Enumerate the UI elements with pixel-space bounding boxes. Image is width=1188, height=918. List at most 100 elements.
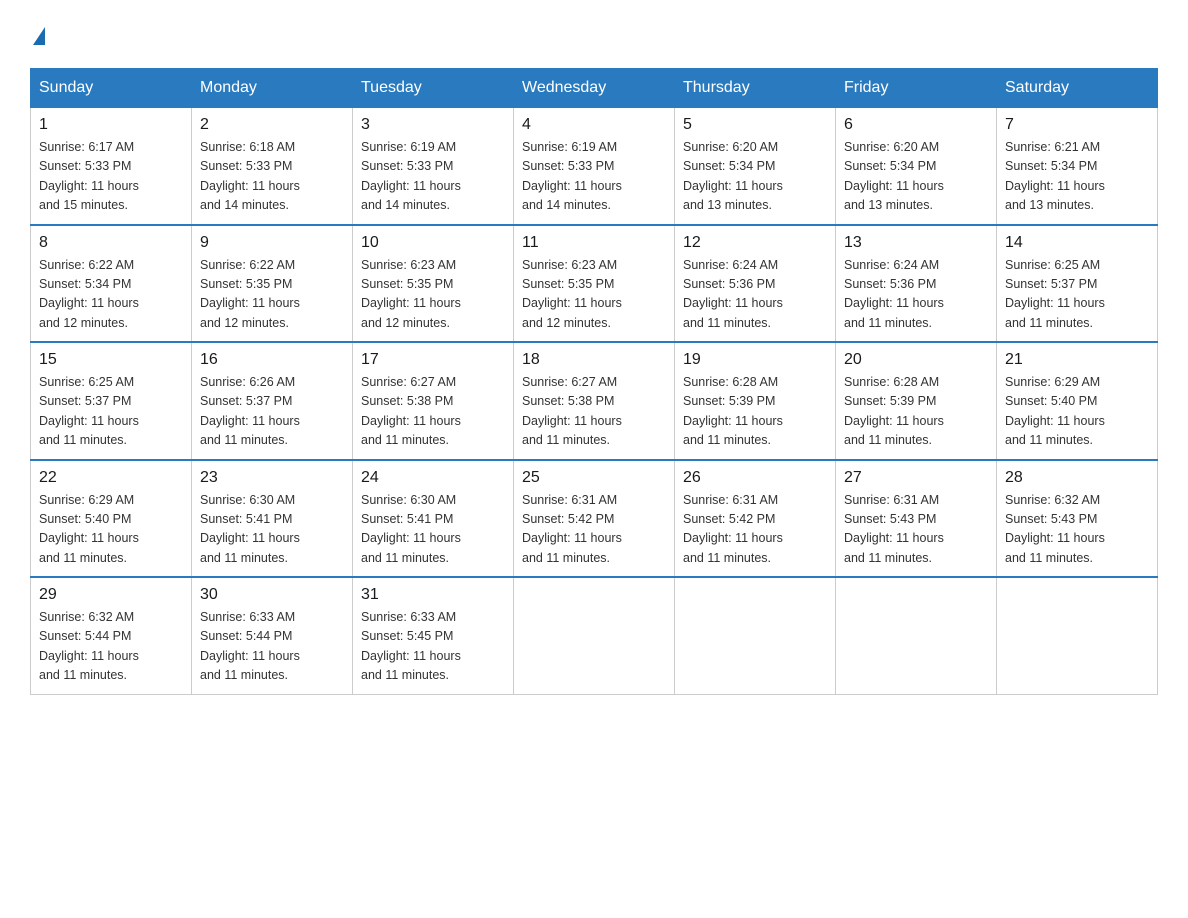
calendar-cell: 7 Sunrise: 6:21 AMSunset: 5:34 PMDayligh… [997,108,1158,225]
day-number: 31 [361,586,505,604]
calendar-week-row: 15 Sunrise: 6:25 AMSunset: 5:37 PMDaylig… [31,342,1158,460]
calendar-cell [997,577,1158,694]
day-info: Sunrise: 6:32 AMSunset: 5:43 PMDaylight:… [1005,493,1105,565]
calendar-week-row: 29 Sunrise: 6:32 AMSunset: 5:44 PMDaylig… [31,577,1158,694]
day-info: Sunrise: 6:27 AMSunset: 5:38 PMDaylight:… [522,375,622,447]
day-number: 7 [1005,116,1149,134]
day-info: Sunrise: 6:29 AMSunset: 5:40 PMDaylight:… [39,493,139,565]
calendar-header-monday: Monday [192,69,353,108]
day-number: 30 [200,586,344,604]
day-info: Sunrise: 6:31 AMSunset: 5:42 PMDaylight:… [683,493,783,565]
day-info: Sunrise: 6:32 AMSunset: 5:44 PMDaylight:… [39,610,139,682]
calendar-header-thursday: Thursday [675,69,836,108]
day-number: 4 [522,116,666,134]
day-number: 6 [844,116,988,134]
day-info: Sunrise: 6:33 AMSunset: 5:44 PMDaylight:… [200,610,300,682]
logo-triangle-icon [33,27,45,45]
day-info: Sunrise: 6:27 AMSunset: 5:38 PMDaylight:… [361,375,461,447]
day-number: 8 [39,234,183,252]
calendar-cell: 12 Sunrise: 6:24 AMSunset: 5:36 PMDaylig… [675,225,836,343]
calendar-cell: 26 Sunrise: 6:31 AMSunset: 5:42 PMDaylig… [675,460,836,578]
day-number: 5 [683,116,827,134]
calendar-cell: 5 Sunrise: 6:20 AMSunset: 5:34 PMDayligh… [675,108,836,225]
calendar-header-sunday: Sunday [31,69,192,108]
calendar-cell: 22 Sunrise: 6:29 AMSunset: 5:40 PMDaylig… [31,460,192,578]
calendar-cell [836,577,997,694]
calendar-cell: 11 Sunrise: 6:23 AMSunset: 5:35 PMDaylig… [514,225,675,343]
calendar-cell [514,577,675,694]
day-info: Sunrise: 6:26 AMSunset: 5:37 PMDaylight:… [200,375,300,447]
calendar-header-wednesday: Wednesday [514,69,675,108]
calendar-cell: 15 Sunrise: 6:25 AMSunset: 5:37 PMDaylig… [31,342,192,460]
day-info: Sunrise: 6:31 AMSunset: 5:43 PMDaylight:… [844,493,944,565]
day-info: Sunrise: 6:23 AMSunset: 5:35 PMDaylight:… [522,258,622,330]
day-info: Sunrise: 6:19 AMSunset: 5:33 PMDaylight:… [522,140,622,212]
day-number: 13 [844,234,988,252]
calendar-cell: 24 Sunrise: 6:30 AMSunset: 5:41 PMDaylig… [353,460,514,578]
calendar-header-friday: Friday [836,69,997,108]
day-info: Sunrise: 6:24 AMSunset: 5:36 PMDaylight:… [683,258,783,330]
calendar-cell: 1 Sunrise: 6:17 AMSunset: 5:33 PMDayligh… [31,108,192,225]
calendar-cell: 2 Sunrise: 6:18 AMSunset: 5:33 PMDayligh… [192,108,353,225]
day-number: 20 [844,351,988,369]
day-number: 11 [522,234,666,252]
day-info: Sunrise: 6:22 AMSunset: 5:35 PMDaylight:… [200,258,300,330]
day-number: 18 [522,351,666,369]
calendar-cell: 16 Sunrise: 6:26 AMSunset: 5:37 PMDaylig… [192,342,353,460]
calendar-cell [675,577,836,694]
day-info: Sunrise: 6:28 AMSunset: 5:39 PMDaylight:… [844,375,944,447]
calendar-header-tuesday: Tuesday [353,69,514,108]
calendar-header-row: SundayMondayTuesdayWednesdayThursdayFrid… [31,69,1158,108]
day-number: 14 [1005,234,1149,252]
day-number: 2 [200,116,344,134]
calendar-cell: 29 Sunrise: 6:32 AMSunset: 5:44 PMDaylig… [31,577,192,694]
page-header [30,30,1158,48]
calendar-cell: 17 Sunrise: 6:27 AMSunset: 5:38 PMDaylig… [353,342,514,460]
day-number: 27 [844,469,988,487]
day-number: 9 [200,234,344,252]
day-info: Sunrise: 6:30 AMSunset: 5:41 PMDaylight:… [200,493,300,565]
day-number: 23 [200,469,344,487]
calendar-cell: 20 Sunrise: 6:28 AMSunset: 5:39 PMDaylig… [836,342,997,460]
day-info: Sunrise: 6:25 AMSunset: 5:37 PMDaylight:… [1005,258,1105,330]
calendar-cell: 21 Sunrise: 6:29 AMSunset: 5:40 PMDaylig… [997,342,1158,460]
calendar-cell: 18 Sunrise: 6:27 AMSunset: 5:38 PMDaylig… [514,342,675,460]
day-info: Sunrise: 6:33 AMSunset: 5:45 PMDaylight:… [361,610,461,682]
day-number: 21 [1005,351,1149,369]
calendar-cell: 3 Sunrise: 6:19 AMSunset: 5:33 PMDayligh… [353,108,514,225]
day-number: 17 [361,351,505,369]
day-number: 29 [39,586,183,604]
day-info: Sunrise: 6:23 AMSunset: 5:35 PMDaylight:… [361,258,461,330]
day-info: Sunrise: 6:30 AMSunset: 5:41 PMDaylight:… [361,493,461,565]
day-number: 16 [200,351,344,369]
day-number: 15 [39,351,183,369]
day-number: 3 [361,116,505,134]
calendar-cell: 31 Sunrise: 6:33 AMSunset: 5:45 PMDaylig… [353,577,514,694]
day-info: Sunrise: 6:25 AMSunset: 5:37 PMDaylight:… [39,375,139,447]
day-info: Sunrise: 6:20 AMSunset: 5:34 PMDaylight:… [844,140,944,212]
day-number: 19 [683,351,827,369]
day-number: 24 [361,469,505,487]
day-number: 1 [39,116,183,134]
calendar-week-row: 1 Sunrise: 6:17 AMSunset: 5:33 PMDayligh… [31,108,1158,225]
day-info: Sunrise: 6:28 AMSunset: 5:39 PMDaylight:… [683,375,783,447]
calendar-cell: 4 Sunrise: 6:19 AMSunset: 5:33 PMDayligh… [514,108,675,225]
calendar-week-row: 8 Sunrise: 6:22 AMSunset: 5:34 PMDayligh… [31,225,1158,343]
calendar-cell: 8 Sunrise: 6:22 AMSunset: 5:34 PMDayligh… [31,225,192,343]
day-number: 22 [39,469,183,487]
calendar-cell: 13 Sunrise: 6:24 AMSunset: 5:36 PMDaylig… [836,225,997,343]
day-info: Sunrise: 6:18 AMSunset: 5:33 PMDaylight:… [200,140,300,212]
day-info: Sunrise: 6:29 AMSunset: 5:40 PMDaylight:… [1005,375,1105,447]
day-info: Sunrise: 6:31 AMSunset: 5:42 PMDaylight:… [522,493,622,565]
calendar-cell: 27 Sunrise: 6:31 AMSunset: 5:43 PMDaylig… [836,460,997,578]
calendar-table: SundayMondayTuesdayWednesdayThursdayFrid… [30,68,1158,695]
day-number: 28 [1005,469,1149,487]
day-info: Sunrise: 6:20 AMSunset: 5:34 PMDaylight:… [683,140,783,212]
day-number: 12 [683,234,827,252]
day-number: 10 [361,234,505,252]
calendar-cell: 23 Sunrise: 6:30 AMSunset: 5:41 PMDaylig… [192,460,353,578]
calendar-header-saturday: Saturday [997,69,1158,108]
calendar-cell: 6 Sunrise: 6:20 AMSunset: 5:34 PMDayligh… [836,108,997,225]
calendar-cell: 30 Sunrise: 6:33 AMSunset: 5:44 PMDaylig… [192,577,353,694]
day-number: 25 [522,469,666,487]
